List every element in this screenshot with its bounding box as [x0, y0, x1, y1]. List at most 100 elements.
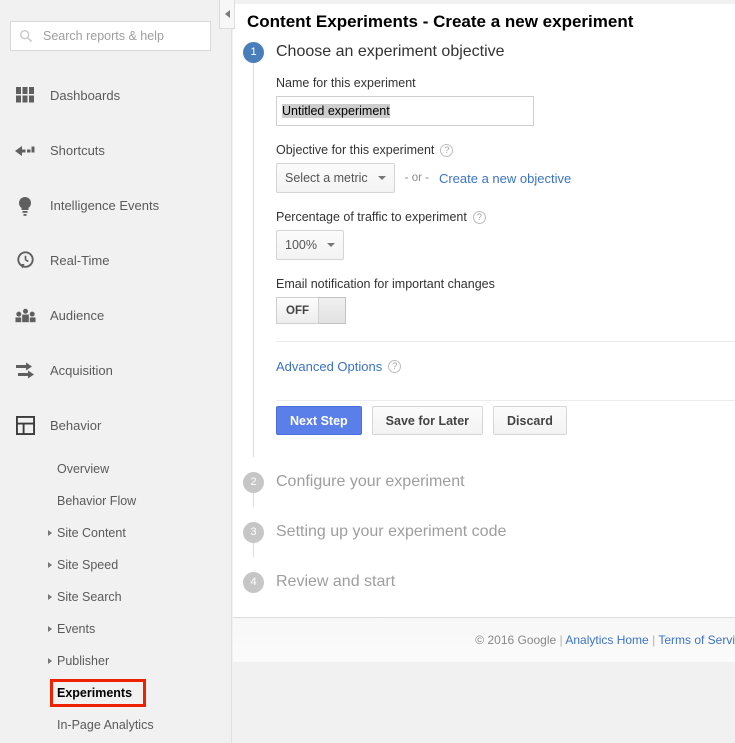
- sidebar: Dashboards Shortcuts: [0, 0, 232, 743]
- sidebar-item-label: Shortcuts: [50, 143, 105, 158]
- step-3-header[interactable]: 3 Setting up your experiment code: [243, 507, 735, 557]
- sidebar-subitem-label: Site Search: [57, 590, 122, 604]
- email-label-text: Email notification for important changes: [276, 277, 495, 291]
- objective-row: Select a metric - or - Create a new obje…: [276, 163, 735, 193]
- sidebar-subitem-experiments[interactable]: Experiments: [0, 677, 232, 709]
- name-label-text: Name for this experiment: [276, 76, 416, 90]
- step-title: Configure your experiment: [276, 473, 465, 490]
- search-input[interactable]: [41, 28, 202, 44]
- toggle-state-label: OFF: [276, 297, 319, 324]
- sidebar-subitem-events[interactable]: Events: [0, 613, 232, 645]
- step-1: 1 Choose an experiment objective Name fo…: [243, 38, 735, 457]
- metric-select-value: Select a metric: [285, 171, 368, 185]
- next-step-button[interactable]: Next Step: [276, 406, 362, 435]
- copyright-text: © 2016 Google: [475, 633, 557, 647]
- search-icon: [19, 29, 33, 43]
- sidebar-item-label: Behavior: [50, 418, 102, 433]
- behavior-layout-icon: [12, 413, 38, 439]
- sidebar-subitem-label: Site Content: [57, 526, 126, 540]
- caret-right-icon: [48, 594, 52, 600]
- step-1-body: Name for this experiment Untitled experi…: [243, 66, 735, 457]
- sidebar-subitem-publisher[interactable]: Publisher: [0, 645, 232, 677]
- sidebar-item-dashboards[interactable]: Dashboards: [0, 68, 232, 123]
- sidebar-item-label: Dashboards: [50, 88, 121, 103]
- sidebar-item-acquisition[interactable]: Acquisition: [0, 343, 232, 398]
- step-title: Review and start: [276, 573, 396, 590]
- toggle-knob[interactable]: [319, 297, 346, 324]
- sidebar-subitem-label: Overview: [57, 462, 110, 476]
- step-3: 3 Setting up your experiment code: [243, 507, 735, 557]
- chevron-down-icon: [377, 176, 386, 180]
- sidebar-subitem-in-page-analytics[interactable]: In-Page Analytics: [0, 709, 232, 741]
- footer-separator: |: [652, 633, 656, 647]
- realtime-clock-icon: [12, 248, 38, 274]
- caret-right-icon: [48, 658, 52, 664]
- sidebar-item-audience[interactable]: Audience: [0, 288, 232, 343]
- sidebar-subitem-site-search[interactable]: Site Search: [0, 581, 232, 613]
- field-label: Percentage of traffic to experiment ?: [276, 210, 735, 224]
- field-label: Email notification for important changes: [276, 277, 735, 291]
- step-2: 2 Configure your experiment: [243, 457, 735, 507]
- action-buttons: Next Step Save for Later Discard: [276, 401, 735, 449]
- main-content: Content Experiments - Create a new exper…: [233, 0, 735, 662]
- page-title: Content Experiments - Create a new exper…: [247, 12, 634, 31]
- or-separator: - or -: [404, 172, 429, 184]
- field-objective: Objective for this experiment ? Select a…: [276, 143, 735, 193]
- step-connector: [253, 62, 254, 457]
- step-2-header[interactable]: 2 Configure your experiment: [243, 457, 735, 507]
- step-title: Choose an experiment objective: [276, 43, 505, 60]
- email-notification-toggle[interactable]: OFF: [276, 297, 346, 324]
- sidebar-subitem-site-speed[interactable]: Site Speed: [0, 549, 232, 581]
- experiment-name-input[interactable]: Untitled experiment: [276, 96, 534, 126]
- sidebar-subitem-label: Publisher: [57, 654, 110, 668]
- sidebar-subitem-label: Behavior Flow: [57, 494, 137, 508]
- sidebar-item-behavior[interactable]: Behavior: [0, 398, 232, 453]
- sidebar-item-label: Intelligence Events: [50, 198, 160, 213]
- step-number-badge: 3: [243, 521, 264, 543]
- step-1-header[interactable]: 1 Choose an experiment objective: [243, 38, 735, 66]
- sidebar-nav: Dashboards Shortcuts Intelligence Events…: [0, 68, 232, 743]
- help-icon[interactable]: ?: [472, 210, 486, 224]
- sidebar-subitem-overview[interactable]: Overview: [0, 453, 232, 485]
- metric-select-dropdown[interactable]: Select a metric: [276, 163, 395, 193]
- sidebar-item-label: Real-Time: [50, 253, 110, 268]
- terms-of-service-link[interactable]: Terms of Servi: [658, 633, 735, 647]
- help-icon[interactable]: ?: [440, 143, 454, 157]
- analytics-home-link[interactable]: Analytics Home: [565, 633, 648, 647]
- audience-people-icon: [12, 303, 38, 329]
- caret-right-icon: [48, 626, 52, 632]
- steps-wizard: 1 Choose an experiment objective Name fo…: [243, 38, 735, 607]
- step-number-badge: 4: [243, 571, 264, 593]
- field-traffic-percentage: Percentage of traffic to experiment ? 10…: [276, 210, 735, 260]
- traffic-label-text: Percentage of traffic to experiment: [276, 210, 467, 224]
- sidebar-item-real-time[interactable]: Real-Time: [0, 233, 232, 288]
- sidebar-item-intelligence-events[interactable]: Intelligence Events: [0, 178, 232, 233]
- app-root: Dashboards Shortcuts: [0, 0, 735, 743]
- sidebar-subitem-behavior-flow[interactable]: Behavior Flow: [0, 485, 232, 517]
- sidebar-subitem-label: Events: [57, 622, 96, 636]
- step-4-header[interactable]: 4 Review and start: [243, 557, 735, 607]
- field-experiment-name: Name for this experiment Untitled experi…: [276, 76, 735, 126]
- discard-button[interactable]: Discard: [493, 406, 567, 435]
- experiment-name-value: Untitled experiment: [282, 104, 390, 118]
- step-4: 4 Review and start: [243, 557, 735, 607]
- sidebar-subitem-label: In-Page Analytics: [57, 718, 154, 732]
- sidebar-item-label: Audience: [50, 308, 105, 323]
- step-number-badge: 1: [243, 41, 264, 63]
- field-label: Name for this experiment: [276, 76, 735, 90]
- field-label: Objective for this experiment ?: [276, 143, 735, 157]
- advanced-options-link[interactable]: Advanced Options: [276, 359, 382, 374]
- sidebar-item-shortcuts[interactable]: Shortcuts: [0, 123, 232, 178]
- caret-right-icon: [48, 562, 52, 568]
- save-for-later-button[interactable]: Save for Later: [371, 406, 484, 435]
- chevron-down-icon: [326, 243, 335, 247]
- lightbulb-icon: [12, 193, 38, 219]
- sidebar-subitem-site-content[interactable]: Site Content: [0, 517, 232, 549]
- search-box[interactable]: [10, 21, 211, 51]
- behavior-subnav: Overview Behavior Flow Site Content Site…: [0, 453, 232, 743]
- create-new-objective-link[interactable]: Create a new objective: [439, 171, 571, 186]
- traffic-row: 100%: [276, 230, 735, 260]
- sidebar-collapse-button[interactable]: [219, 0, 235, 29]
- help-icon[interactable]: ?: [388, 360, 402, 373]
- traffic-percentage-dropdown[interactable]: 100%: [276, 230, 344, 260]
